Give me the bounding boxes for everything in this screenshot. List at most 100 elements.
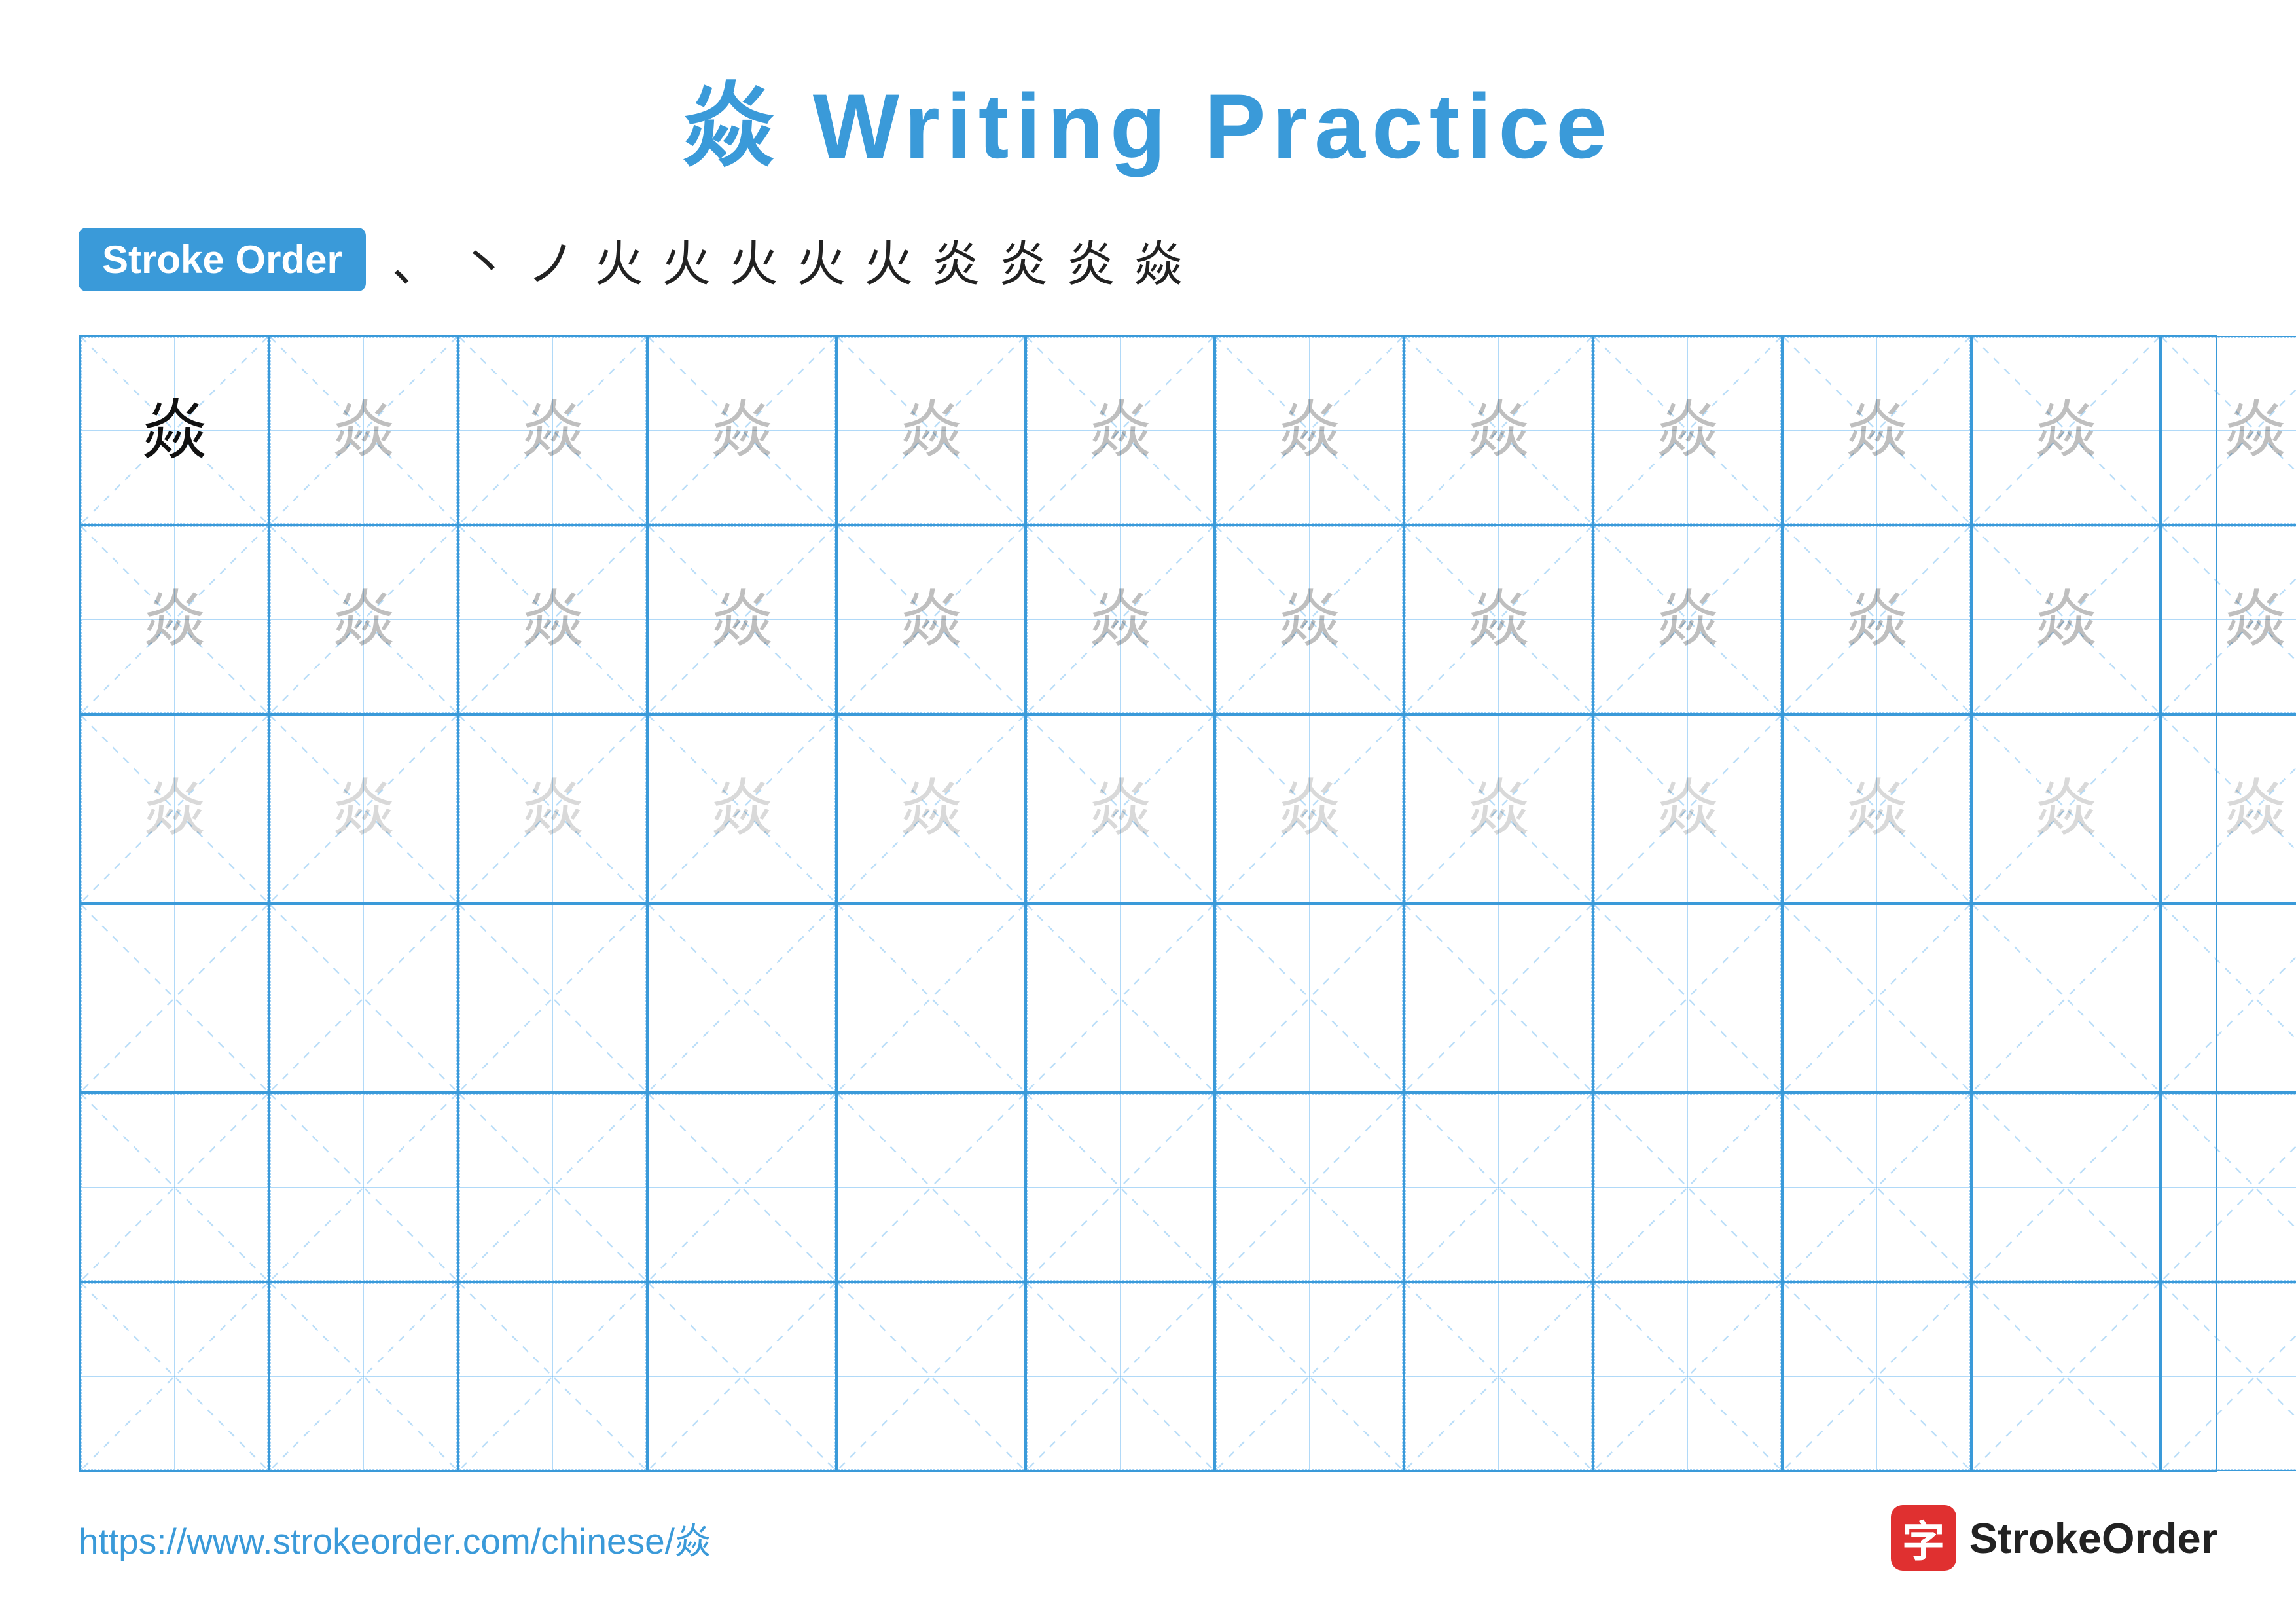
grid-cell[interactable] (2161, 1282, 2296, 1471)
grid-cell[interactable]: 焱 (1782, 336, 1971, 525)
grid-cell[interactable]: 焱 (1026, 336, 1215, 525)
grid-cell[interactable] (1026, 1282, 1215, 1471)
grid-cell[interactable] (269, 1282, 458, 1471)
grid-cell[interactable]: 焱 (1404, 336, 1593, 525)
grid-cell[interactable]: 焱 (80, 525, 269, 714)
stroke-order-badge: Stroke Order (79, 228, 366, 291)
grid-cell[interactable]: 焱 (1593, 714, 1782, 903)
grid-cell[interactable]: 焱 (80, 336, 269, 525)
grid-cell[interactable] (269, 903, 458, 1093)
grid-cell[interactable] (458, 903, 647, 1093)
stroke-order-row: Stroke Order 、丶ノ火火火火火炎炎炎焱 (79, 224, 2217, 295)
grid-cell[interactable] (269, 1093, 458, 1282)
grid-cell[interactable] (458, 1282, 647, 1471)
grid-cell[interactable] (1404, 1093, 1593, 1282)
grid-cell[interactable]: 焱 (1026, 525, 1215, 714)
grid-cell[interactable]: 焱 (836, 336, 1026, 525)
grid-cell[interactable]: 焱 (1782, 714, 1971, 903)
grid-cell[interactable]: 焱 (647, 336, 836, 525)
footer-url[interactable]: https://www.strokeorder.com/chinese/焱 (79, 1512, 711, 1564)
grid-cell[interactable]: 焱 (1215, 714, 1404, 903)
grid-cell[interactable] (1404, 1282, 1593, 1471)
practice-char: 焱 (143, 589, 206, 651)
brand-icon-char: 字 (1902, 1507, 1945, 1569)
grid-cell[interactable]: 焱 (1971, 714, 2161, 903)
grid-cell[interactable] (1782, 1093, 1971, 1282)
page: 焱 Writing Practice Stroke Order 、丶ノ火火火火火… (0, 0, 2296, 1623)
grid-cell[interactable] (647, 1093, 836, 1282)
practice-char: 焱 (1278, 778, 1340, 840)
grid-cell[interactable] (1026, 1093, 1215, 1282)
practice-char: 焱 (1846, 399, 1908, 462)
grid-cell[interactable]: 焱 (1593, 525, 1782, 714)
grid-cell[interactable] (1215, 1282, 1404, 1471)
grid-cell[interactable] (1782, 1282, 1971, 1471)
grid-cell[interactable] (1026, 903, 1215, 1093)
grid-cell[interactable] (1971, 1093, 2161, 1282)
grid-cell[interactable]: 焱 (2161, 525, 2296, 714)
grid-cell[interactable] (1593, 1093, 1782, 1282)
grid-cell[interactable] (1593, 903, 1782, 1093)
stroke-char-9: 炎 (999, 224, 1048, 295)
grid-cell[interactable] (647, 903, 836, 1093)
grid-cell[interactable]: 焱 (458, 525, 647, 714)
grid-cell[interactable] (1404, 903, 1593, 1093)
practice-char: 焱 (1278, 589, 1340, 651)
stroke-char-7: 火 (864, 224, 913, 295)
grid-cell[interactable] (1971, 903, 2161, 1093)
grid-cell[interactable] (80, 1093, 269, 1282)
grid-cell[interactable]: 焱 (458, 336, 647, 525)
grid-cell[interactable]: 焱 (1215, 336, 1404, 525)
grid-cell[interactable]: 焱 (1026, 714, 1215, 903)
grid-cell[interactable]: 焱 (836, 714, 1026, 903)
grid-cell[interactable]: 焱 (1215, 525, 1404, 714)
grid-cell[interactable] (1215, 903, 1404, 1093)
grid-cell[interactable] (836, 1282, 1026, 1471)
grid-cell[interactable]: 焱 (269, 714, 458, 903)
grid-cell[interactable] (2161, 1093, 2296, 1282)
practice-char: 焱 (332, 778, 395, 840)
brand-icon: 字 (1891, 1505, 1956, 1571)
stroke-char-8: 炎 (931, 224, 980, 295)
grid-cell[interactable] (647, 1282, 836, 1471)
grid-cell[interactable] (2161, 903, 2296, 1093)
grid-cell[interactable] (836, 1093, 1026, 1282)
grid-cell[interactable]: 焱 (1404, 714, 1593, 903)
practice-char: 焱 (2035, 778, 2097, 840)
grid-cell[interactable] (1782, 903, 1971, 1093)
grid-cell[interactable]: 焱 (269, 525, 458, 714)
grid-cell[interactable]: 焱 (647, 714, 836, 903)
practice-char: 焱 (1089, 778, 1151, 840)
grid-cell[interactable] (1215, 1093, 1404, 1282)
practice-char: 焱 (142, 398, 207, 464)
grid-cell[interactable] (80, 903, 269, 1093)
grid-cell[interactable]: 焱 (80, 714, 269, 903)
grid-cell[interactable]: 焱 (2161, 714, 2296, 903)
grid-cell[interactable]: 焱 (836, 525, 1026, 714)
grid-cell[interactable] (1971, 1282, 2161, 1471)
grid-cell[interactable]: 焱 (1971, 336, 2161, 525)
practice-char: 焱 (1089, 589, 1151, 651)
practice-char: 焱 (711, 778, 773, 840)
grid-cell[interactable]: 焱 (1404, 525, 1593, 714)
practice-char: 焱 (711, 589, 773, 651)
stroke-char-0: 、 (392, 224, 441, 295)
grid-cell[interactable] (80, 1282, 269, 1471)
practice-char: 焱 (1089, 399, 1151, 462)
practice-char: 焱 (1846, 778, 1908, 840)
grid-cell[interactable]: 焱 (1782, 525, 1971, 714)
grid-cell[interactable] (1593, 1282, 1782, 1471)
grid-cell[interactable]: 焱 (2161, 336, 2296, 525)
grid-cell[interactable] (458, 1093, 647, 1282)
grid-cell[interactable]: 焱 (269, 336, 458, 525)
grid-cell[interactable] (836, 903, 1026, 1093)
practice-char: 焱 (1657, 778, 1719, 840)
grid-cell[interactable]: 焱 (1971, 525, 2161, 714)
grid-cell[interactable]: 焱 (458, 714, 647, 903)
practice-char: 焱 (1467, 589, 1530, 651)
grid-cell[interactable]: 焱 (647, 525, 836, 714)
practice-char: 焱 (1657, 399, 1719, 462)
grid-cell[interactable]: 焱 (1593, 336, 1782, 525)
stroke-char-5: 火 (729, 224, 778, 295)
practice-char: 焱 (1467, 399, 1530, 462)
